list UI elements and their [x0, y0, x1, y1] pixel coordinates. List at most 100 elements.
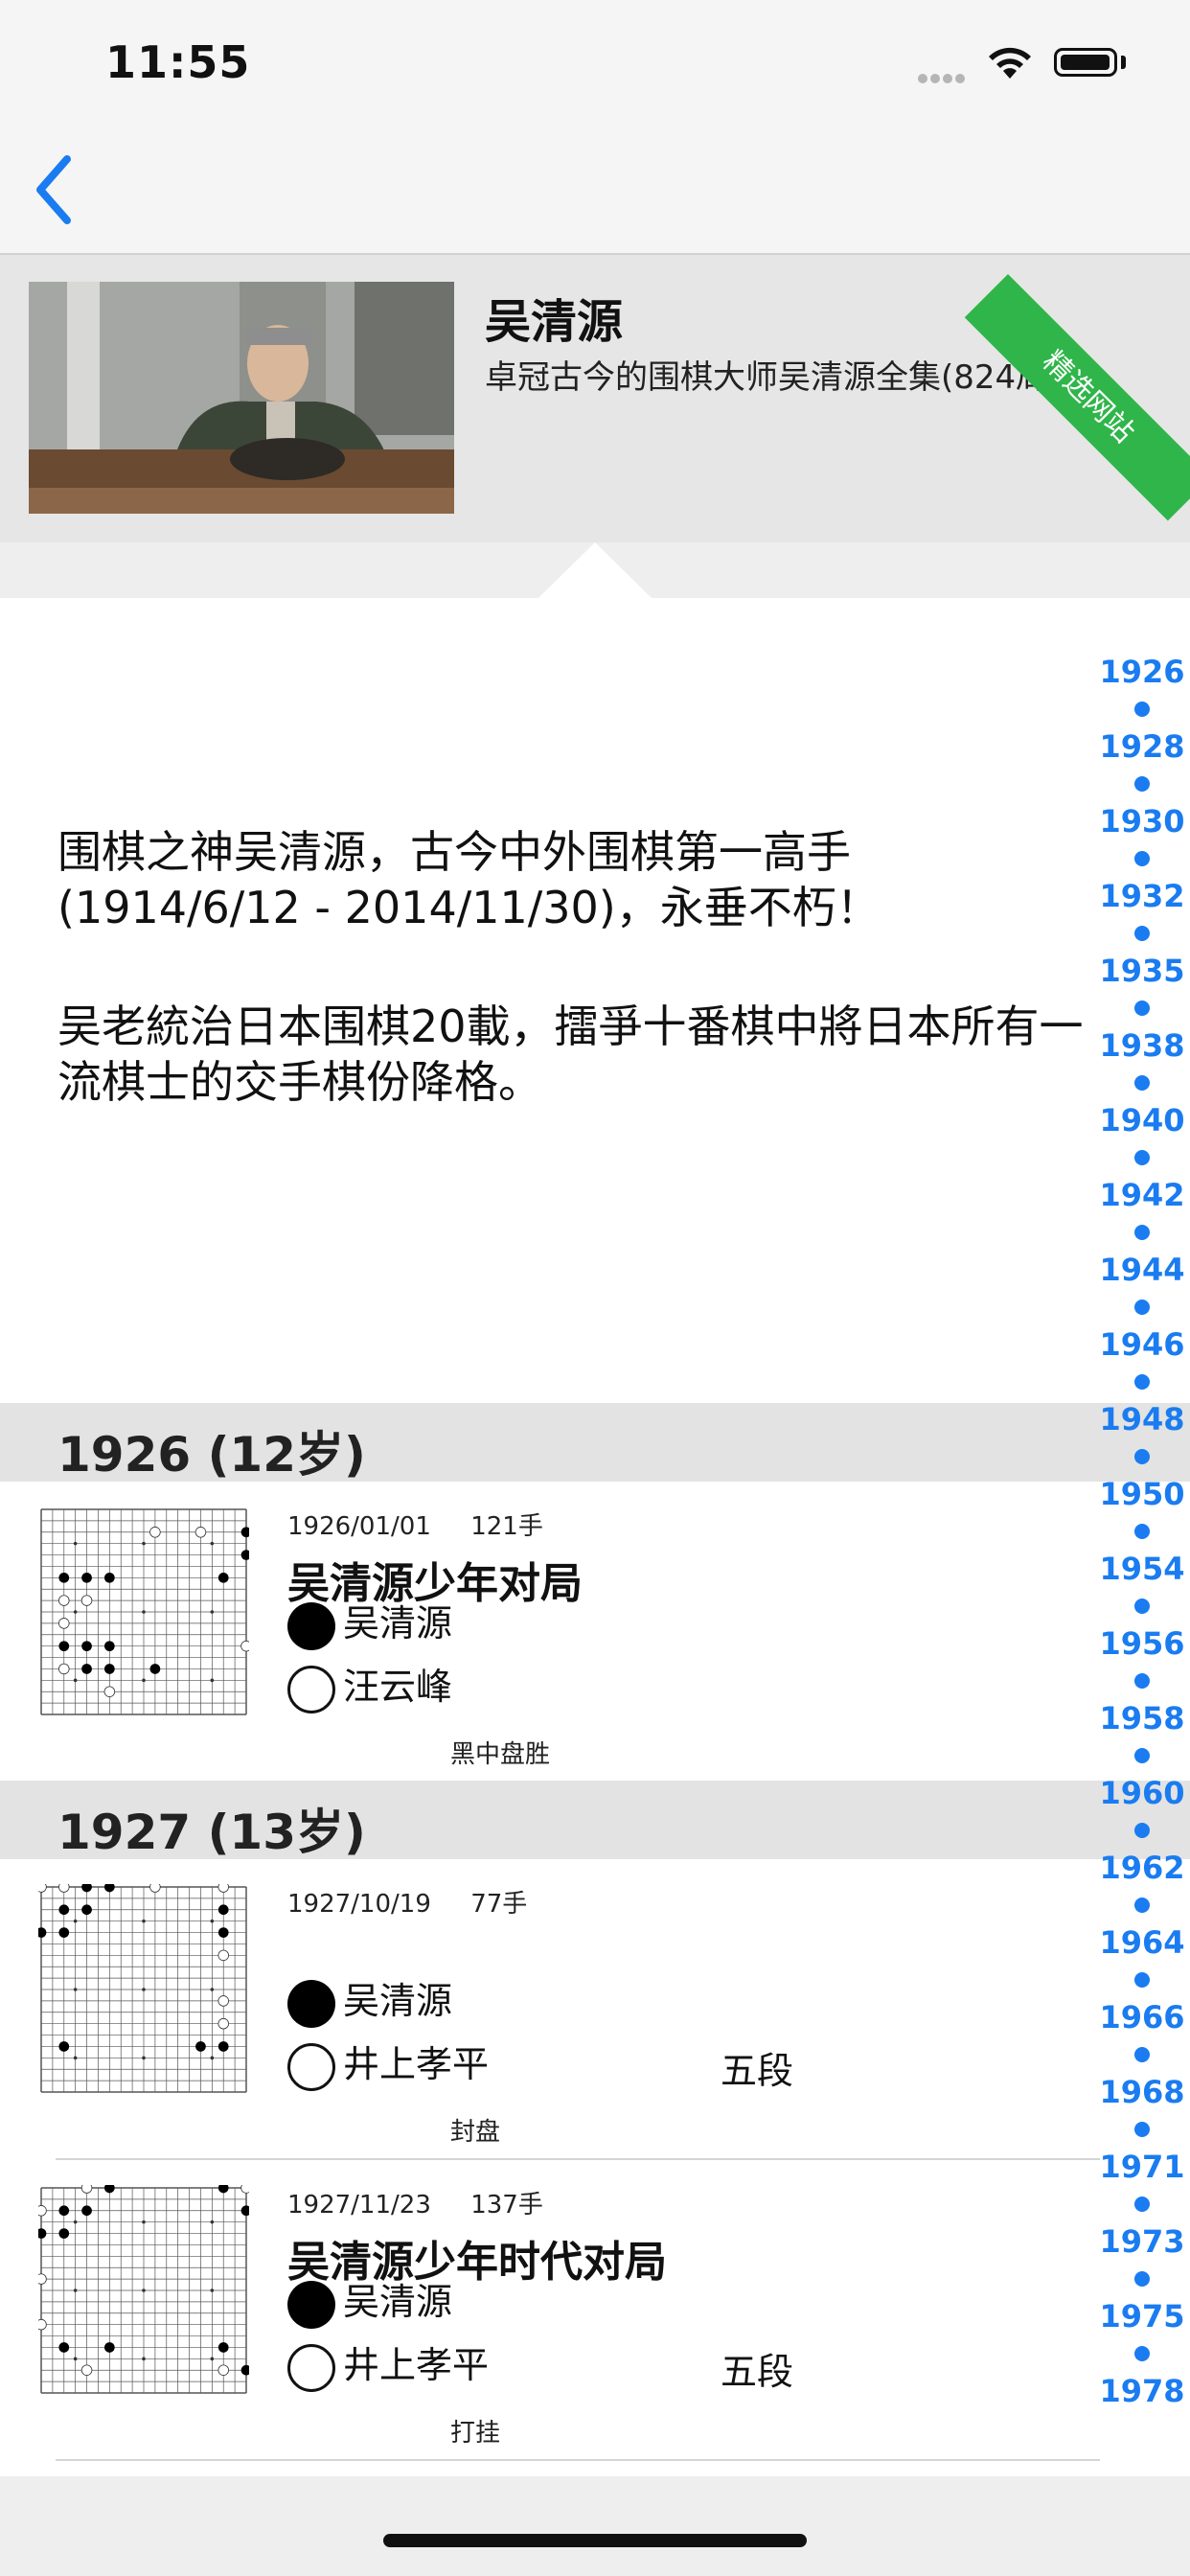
black-stone [103, 2342, 115, 2353]
black-stone-icon [287, 1979, 335, 2028]
game-meta: 1927/10/19 77手 [287, 1884, 527, 1920]
year-index-item[interactable]: 1968 [1094, 2074, 1190, 2110]
year-index-dot [1134, 1598, 1150, 1614]
chevron-left-icon [36, 155, 71, 224]
section-label: 1926 (12岁) [57, 1427, 366, 1483]
game-row[interactable]: 1927/11/23 137手 吴清源少年时代对局 吴清源 井上孝平 五段 打挂 [0, 2160, 1102, 2459]
back-button[interactable] [25, 151, 102, 228]
year-index-item[interactable]: 1928 [1094, 728, 1190, 765]
profile-photo [29, 282, 454, 514]
year-index-item[interactable]: 1938 [1094, 1027, 1190, 1064]
black-player-name: 吴清源 [343, 2281, 453, 2323]
year-index-item[interactable]: 1940 [1094, 1102, 1190, 1138]
go-board-thumbnail [38, 1884, 249, 2095]
white-player: 井上孝平 [287, 2037, 489, 2091]
year-index-item[interactable]: 1930 [1094, 803, 1190, 840]
year-index-item[interactable]: 1950 [1094, 1476, 1190, 1512]
battery-tip [1121, 56, 1126, 69]
white-player-name: 井上孝平 [343, 2344, 490, 2386]
year-index-item[interactable]: 1973 [1094, 2223, 1190, 2260]
year-index-item[interactable]: 1971 [1094, 2149, 1190, 2185]
home-indicator[interactable] [383, 2534, 807, 2547]
year-index-item[interactable]: 1966 [1094, 1999, 1190, 2036]
game-result: 打挂 [450, 2419, 501, 2448]
year-index-dot [1134, 2122, 1150, 2137]
black-stone [103, 1641, 115, 1652]
white-stone [58, 1663, 70, 1675]
year-index-item[interactable]: 1942 [1094, 1177, 1190, 1213]
black-stone [58, 1927, 70, 1938]
year-index-item[interactable]: 1958 [1094, 1700, 1190, 1736]
wifi-icon [985, 42, 1035, 84]
game-moves: 121手 [470, 1512, 543, 1541]
black-stone-icon [287, 1601, 335, 1650]
year-index-dot [1134, 1150, 1150, 1165]
black-stone [58, 1904, 70, 1916]
profile-header: 吴清源 卓冠古今的围棋大师吴清源全集(824局) 精选网站 [0, 255, 1190, 542]
white-stone [217, 1949, 229, 1962]
game-row[interactable]: 1927/10/19 77手 吴清源 井上孝平 五段 封盘 [0, 1859, 1102, 2158]
white-stone [38, 2318, 47, 2331]
black-stone [217, 1927, 229, 1938]
black-stone [195, 2041, 206, 2052]
black-stone [58, 2205, 70, 2217]
year-index-item[interactable]: 1946 [1094, 1326, 1190, 1363]
year-index-dot [1134, 1748, 1150, 1763]
section-header-1927: 1927 (13岁) [0, 1781, 1190, 1860]
white-stone [149, 1527, 161, 1538]
white-player-rank: 五段 [721, 2050, 794, 2092]
black-stone [217, 1904, 229, 1916]
white-stone-icon [287, 2042, 335, 2091]
year-index-item[interactable]: 1960 [1094, 1775, 1190, 1811]
year-index-item[interactable]: 1954 [1094, 1551, 1190, 1587]
game-row[interactable]: 1926/01/01 121手 吴清源少年对局 吴清源 汪云峰 黑中盘胜 [0, 1482, 1102, 1781]
white-stone [38, 2273, 47, 2285]
white-stone [80, 2364, 93, 2376]
year-index-item[interactable]: 1944 [1094, 1252, 1190, 1288]
year-index-dot [1134, 926, 1150, 941]
white-stone [195, 1527, 207, 1538]
year-index-item[interactable]: 1932 [1094, 878, 1190, 914]
black-stone [103, 1572, 115, 1583]
year-index-dot [1134, 851, 1150, 866]
white-player: 井上孝平 [287, 2338, 489, 2392]
white-stone [38, 2205, 47, 2217]
white-stone [217, 2364, 229, 2376]
game-date: 1927/11/23 [287, 2191, 431, 2220]
black-stone [217, 1572, 229, 1583]
year-index-dot [1134, 2346, 1150, 2361]
year-index-item[interactable]: 1964 [1094, 1924, 1190, 1961]
game-date: 1927/10/19 [287, 1890, 431, 1919]
game-result: 封盘 [450, 2118, 501, 2147]
year-index-item[interactable]: 1962 [1094, 1850, 1190, 1886]
year-index-item[interactable]: 1975 [1094, 2298, 1190, 2334]
profile-subtitle: 卓冠古今的围棋大师吴清源全集(824局) [485, 358, 1062, 397]
white-stone [58, 1884, 70, 1893]
year-index-dot [1134, 1449, 1150, 1464]
year-index-item[interactable]: 1935 [1094, 953, 1190, 989]
year-index-dot [1134, 1374, 1150, 1390]
content-scroll-area[interactable]: 围棋之神吴清源，古今中外围棋第一高手(1914/6/12 - 2014/11/3… [0, 598, 1190, 2476]
intro-text: 围棋之神吴清源，古今中外围棋第一高手(1914/6/12 - 2014/11/3… [57, 824, 1092, 1173]
status-time: 11:55 [105, 36, 251, 88]
white-player-name: 汪云峰 [343, 1666, 453, 1708]
section-header-1926: 1926 (12岁) [0, 1403, 1190, 1483]
year-index-item[interactable]: 1926 [1094, 654, 1190, 690]
black-stone [81, 2205, 92, 2217]
white-stone [217, 1995, 229, 2007]
black-stone [217, 2342, 229, 2353]
year-index-dot [1134, 702, 1150, 717]
game-result: 黑中盘胜 [450, 1740, 551, 1769]
white-stone [217, 1884, 229, 1893]
black-player: 吴清源 [287, 1974, 452, 2028]
pointer-notch [538, 542, 652, 598]
game-date: 1926/01/01 [287, 1512, 431, 1541]
year-index-item[interactable]: 1956 [1094, 1625, 1190, 1662]
black-stone-icon [287, 2280, 335, 2329]
year-index-item[interactable]: 1948 [1094, 1401, 1190, 1438]
white-stone [103, 1686, 116, 1697]
white-stone [58, 1618, 70, 1629]
game-meta: 1926/01/01 121手 [287, 1506, 543, 1542]
battery-icon [1054, 48, 1117, 77]
year-index-item[interactable]: 1978 [1094, 2373, 1190, 2409]
